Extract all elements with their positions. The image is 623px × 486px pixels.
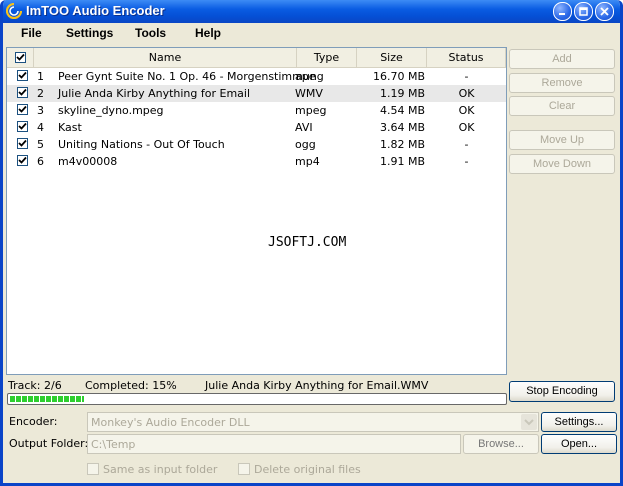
row-number: 1 <box>37 70 44 83</box>
app-window: ImTOO Audio Encoder File Settings Tools … <box>0 0 623 486</box>
row-checkbox[interactable] <box>17 155 28 166</box>
table-row[interactable]: 2 Julie Anda Kirby Anything for Email WM… <box>7 85 506 102</box>
table-row[interactable]: 4 Kast AVI 3.64 MB OK <box>7 119 506 136</box>
table-row[interactable]: 3 skyline_dyno.mpeg mpeg 4.54 MB OK <box>7 102 506 119</box>
row-number: 3 <box>37 104 44 117</box>
remove-button[interactable]: Remove <box>509 73 615 93</box>
stop-encoding-button[interactable]: Stop Encoding <box>509 381 615 402</box>
close-icon <box>600 7 609 16</box>
output-folder-input[interactable]: C:\Temp <box>87 434 461 454</box>
row-name: Julie Anda Kirby Anything for Email <box>58 87 251 100</box>
select-all-checkbox[interactable] <box>15 52 26 63</box>
row-size: 4.54 MB <box>379 104 425 117</box>
row-size: 16.70 MB <box>372 70 425 83</box>
minimize-icon <box>559 13 565 15</box>
row-checkbox[interactable] <box>17 138 28 149</box>
output-folder-label: Output Folder: <box>9 437 89 450</box>
row-size: 3.64 MB <box>379 121 425 134</box>
row-type: AVI <box>295 121 313 134</box>
dropdown-arrow[interactable] <box>521 414 537 430</box>
list-header: Name Type Size Status <box>7 48 506 68</box>
encoder-select[interactable]: Monkey's Audio Encoder DLL <box>87 412 539 432</box>
row-number: 5 <box>37 138 44 151</box>
output-folder-value: C:\Temp <box>91 438 136 451</box>
move-down-button[interactable]: Move Down <box>509 154 615 174</box>
chevron-down-icon <box>524 419 534 426</box>
row-type: WMV <box>295 87 323 100</box>
minimize-button[interactable] <box>553 2 572 21</box>
checkmark-icon <box>18 71 27 79</box>
title-bar: ImTOO Audio Encoder <box>3 0 620 23</box>
header-name[interactable]: Name <box>34 48 297 67</box>
row-size: 1.82 MB <box>379 138 425 151</box>
same-as-input-checkbox[interactable] <box>87 463 99 475</box>
menu-bar: File Settings Tools Help <box>3 23 620 43</box>
clear-button[interactable]: Clear <box>509 96 615 116</box>
row-status: OK <box>458 104 475 117</box>
row-name: Kast <box>58 121 82 134</box>
close-button[interactable] <box>595 2 614 21</box>
row-status: - <box>464 138 469 151</box>
row-type: ape <box>295 70 316 83</box>
checkmark-icon <box>18 156 27 164</box>
checkmark-icon <box>16 53 25 61</box>
checkmark-icon <box>18 105 27 113</box>
row-checkbox[interactable] <box>17 121 28 132</box>
delete-original-label: Delete original files <box>254 463 361 476</box>
same-as-input-label: Same as input folder <box>103 463 218 476</box>
row-type: ogg <box>295 138 316 151</box>
maximize-icon <box>579 7 588 16</box>
maximize-button[interactable] <box>574 2 593 21</box>
row-size: 1.91 MB <box>379 155 425 168</box>
row-checkbox[interactable] <box>17 70 28 81</box>
current-file: Julie Anda Kirby Anything for Email.WMV <box>205 379 429 392</box>
row-status: OK <box>458 121 475 134</box>
row-number: 2 <box>37 87 44 100</box>
watermark-text: JSOFTJ.COM <box>268 235 347 250</box>
encoder-label: Encoder: <box>9 415 58 428</box>
row-number: 6 <box>37 155 44 168</box>
progress-fill <box>10 396 84 402</box>
row-number: 4 <box>37 121 44 134</box>
row-name: Peer Gynt Suite No. 1 Op. 46 - Morgensti… <box>58 70 324 83</box>
row-name: Uniting Nations - Out Of Touch <box>58 138 225 151</box>
checkmark-icon <box>18 139 27 147</box>
header-status[interactable]: Status <box>427 48 506 67</box>
move-up-button[interactable]: Move Up <box>509 130 615 150</box>
header-type[interactable]: Type <box>297 48 357 67</box>
completed-percent: Completed: 15% <box>85 379 177 392</box>
row-status: OK <box>458 87 475 100</box>
track-counter: Track: 2/6 <box>8 379 62 392</box>
menu-settings[interactable]: Settings <box>66 26 113 40</box>
row-status: - <box>464 70 469 83</box>
encoder-select-value: Monkey's Audio Encoder DLL <box>91 416 250 429</box>
progress-bar <box>7 393 507 405</box>
track-list[interactable]: Name Type Size Status 1 Peer Gynt Suite … <box>6 47 507 375</box>
row-type: mp4 <box>295 155 320 168</box>
row-name: skyline_dyno.mpeg <box>58 104 164 117</box>
row-name: m4v00008 <box>58 155 118 168</box>
row-type: mpeg <box>295 104 327 117</box>
table-row[interactable]: 5 Uniting Nations - Out Of Touch ogg 1.8… <box>7 136 506 153</box>
open-folder-button[interactable]: Open... <box>541 434 617 454</box>
browse-button[interactable]: Browse... <box>463 434 539 454</box>
header-size[interactable]: Size <box>357 48 427 67</box>
menu-tools[interactable]: Tools <box>135 26 166 40</box>
delete-original-checkbox[interactable] <box>238 463 250 475</box>
encoder-settings-button[interactable]: Settings... <box>541 412 617 432</box>
menu-help[interactable]: Help <box>195 26 221 40</box>
row-checkbox[interactable] <box>17 87 28 98</box>
checkmark-icon <box>18 122 27 130</box>
menu-file[interactable]: File <box>21 26 42 40</box>
app-logo-icon <box>6 3 22 19</box>
table-row[interactable]: 1 Peer Gynt Suite No. 1 Op. 46 - Morgens… <box>7 68 506 85</box>
add-button[interactable]: Add <box>509 49 615 69</box>
checkmark-icon <box>18 88 27 96</box>
header-check-column[interactable] <box>7 48 34 67</box>
row-size: 1.19 MB <box>379 87 425 100</box>
row-status: - <box>464 155 469 168</box>
window-title: ImTOO Audio Encoder <box>26 3 165 18</box>
table-row[interactable]: 6 m4v00008 mp4 1.91 MB - <box>7 153 506 170</box>
row-checkbox[interactable] <box>17 104 28 115</box>
